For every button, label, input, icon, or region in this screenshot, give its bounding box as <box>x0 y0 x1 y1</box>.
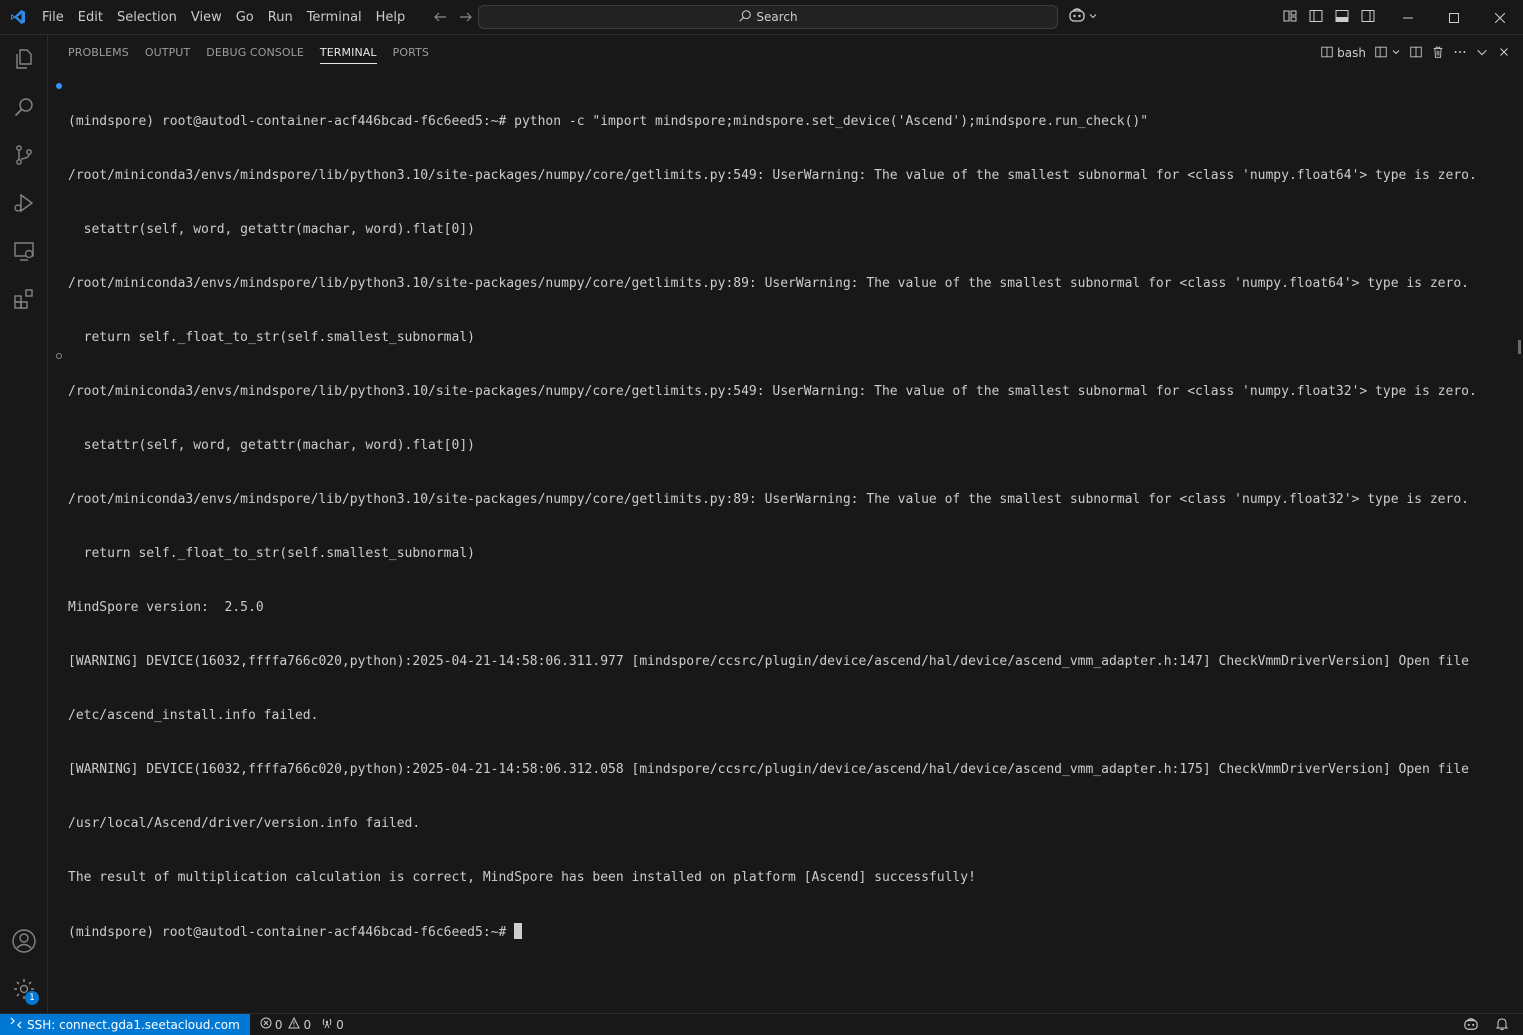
terminal-line: [WARNING] DEVICE(16032,ffffa766c020,pyth… <box>68 654 1469 669</box>
maximize-button[interactable] <box>1431 0 1477 35</box>
terminal-scrollbar[interactable] <box>1518 340 1521 354</box>
copilot-status-icon[interactable] <box>1463 1017 1479 1034</box>
status-bar: SSH: connect.gda1.seetacloud.com 0 0 0 <box>0 1013 1523 1035</box>
radio-tower-icon <box>321 1017 333 1032</box>
terminal-prompt-line[interactable]: (mindspore) root@autodl-container-acf446… <box>68 923 1510 941</box>
terminal-line: return self._float_to_str(self.smallest_… <box>68 546 475 561</box>
menu-help[interactable]: Help <box>369 0 413 35</box>
settings-gear-icon[interactable]: 1 <box>0 965 48 1013</box>
settings-update-badge: 1 <box>25 991 39 1005</box>
command-pending-decoration-icon[interactable] <box>56 353 62 359</box>
tab-output[interactable]: OUTPUT <box>137 35 198 70</box>
terminal-prompt: (mindspore) root@autodl-container-acf446… <box>68 925 515 940</box>
panel-tab-bar: PROBLEMS OUTPUT DEBUG CONSOLE TERMINAL P… <box>60 35 437 70</box>
explorer-icon[interactable] <box>0 35 48 83</box>
terminal-line: The result of multiplication calculation… <box>68 870 976 885</box>
vscode-logo-icon <box>0 0 35 35</box>
more-actions-icon[interactable] <box>1453 45 1467 62</box>
shell-label: bash <box>1337 46 1366 60</box>
ports-status[interactable]: 0 <box>321 1014 344 1035</box>
menu-bar: File Edit Selection View Go Run Terminal… <box>35 0 412 35</box>
maximize-panel-chevron-icon[interactable] <box>1475 45 1489 62</box>
menu-view[interactable]: View <box>184 0 229 35</box>
menu-file[interactable]: File <box>35 0 71 35</box>
split-terminal-icon[interactable] <box>1409 45 1423 62</box>
terminal-line: MindSpore version: 2.5.0 <box>68 600 264 615</box>
terminal-line: return self._float_to_str(self.smallest_… <box>68 330 475 345</box>
copilot-button[interactable] <box>1068 7 1098 27</box>
terminal-line: /root/miniconda3/envs/mindspore/lib/pyth… <box>68 492 1469 507</box>
accounts-icon[interactable] <box>0 917 48 965</box>
terminal-line: setattr(self, word, getattr(machar, word… <box>68 222 475 237</box>
toggle-primary-sidebar-icon[interactable] <box>1308 8 1324 24</box>
search-view-icon[interactable] <box>0 83 48 131</box>
remote-label: SSH: connect.gda1.seetacloud.com <box>27 1017 240 1032</box>
problems-status[interactable]: 0 0 <box>260 1014 311 1035</box>
minimize-button[interactable] <box>1385 0 1431 35</box>
toggle-secondary-sidebar-icon[interactable] <box>1360 8 1376 24</box>
terminal-line: /usr/local/Ascend/driver/version.info fa… <box>68 816 421 831</box>
terminal-cursor <box>514 923 523 939</box>
panel-actions: bash <box>1320 44 1511 62</box>
menu-terminal[interactable]: Terminal <box>300 0 369 35</box>
remote-explorer-icon[interactable] <box>0 227 48 275</box>
split-editor-icon <box>1320 45 1334 62</box>
chevron-down-icon <box>1088 10 1098 25</box>
command-center-search[interactable]: Search <box>478 5 1058 29</box>
layout-split-icon <box>1374 45 1388 62</box>
extensions-icon[interactable] <box>0 275 48 323</box>
search-icon <box>738 9 752 26</box>
customize-layout-icon[interactable] <box>1282 8 1298 24</box>
menu-go[interactable]: Go <box>229 0 261 35</box>
tab-problems[interactable]: PROBLEMS <box>60 35 137 70</box>
warning-count: 0 <box>303 1017 312 1032</box>
terminal-line: /root/miniconda3/envs/mindspore/lib/pyth… <box>68 276 1469 291</box>
trash-icon[interactable] <box>1431 45 1445 62</box>
toggle-panel-icon[interactable] <box>1334 8 1350 24</box>
new-terminal-dropdown[interactable] <box>1374 44 1401 62</box>
chevron-down-icon <box>1391 46 1401 60</box>
tab-ports[interactable]: PORTS <box>385 35 437 70</box>
terminal-line: /root/miniconda3/envs/mindspore/lib/pyth… <box>68 384 1477 399</box>
remote-indicator[interactable]: SSH: connect.gda1.seetacloud.com <box>0 1013 250 1035</box>
ports-count: 0 <box>336 1017 344 1032</box>
menu-run[interactable]: Run <box>261 0 300 35</box>
terminal-line: /root/miniconda3/envs/mindspore/lib/pyth… <box>68 168 1477 183</box>
terminal-output[interactable]: (mindspore) root@autodl-container-acf446… <box>68 77 1510 977</box>
forward-arrow-icon[interactable] <box>458 9 474 25</box>
source-control-icon[interactable] <box>0 131 48 179</box>
title-bar: File Edit Selection View Go Run Terminal… <box>0 0 1523 35</box>
tab-debug-console[interactable]: DEBUG CONSOLE <box>198 35 312 70</box>
search-label: Search <box>756 10 798 24</box>
run-debug-icon[interactable] <box>0 179 48 227</box>
terminal-line: [WARNING] DEVICE(16032,ffffa766c020,pyth… <box>68 762 1469 777</box>
terminal-line: /etc/ascend_install.info failed. <box>68 708 319 723</box>
tab-terminal[interactable]: TERMINAL <box>312 35 385 70</box>
command-success-decoration-icon[interactable] <box>56 83 62 89</box>
error-icon <box>260 1017 272 1032</box>
close-panel-icon[interactable] <box>1497 45 1511 62</box>
copilot-icon <box>1068 7 1086 27</box>
notifications-bell-icon[interactable] <box>1495 1017 1509 1034</box>
error-count: 0 <box>274 1017 283 1032</box>
bottom-panel: PROBLEMS OUTPUT DEBUG CONSOLE TERMINAL P… <box>48 35 1523 1013</box>
back-arrow-icon[interactable] <box>432 9 448 25</box>
remote-icon <box>10 1017 22 1032</box>
activity-bar: 1 <box>0 35 48 1013</box>
warning-icon <box>288 1016 301 1032</box>
menu-edit[interactable]: Edit <box>71 0 110 35</box>
close-window-button[interactable] <box>1477 0 1523 35</box>
menu-selection[interactable]: Selection <box>110 0 184 35</box>
terminal-instance-bash[interactable]: bash <box>1320 44 1366 62</box>
terminal-line: (mindspore) root@autodl-container-acf446… <box>68 114 1149 129</box>
terminal-line: setattr(self, word, getattr(machar, word… <box>68 438 475 453</box>
